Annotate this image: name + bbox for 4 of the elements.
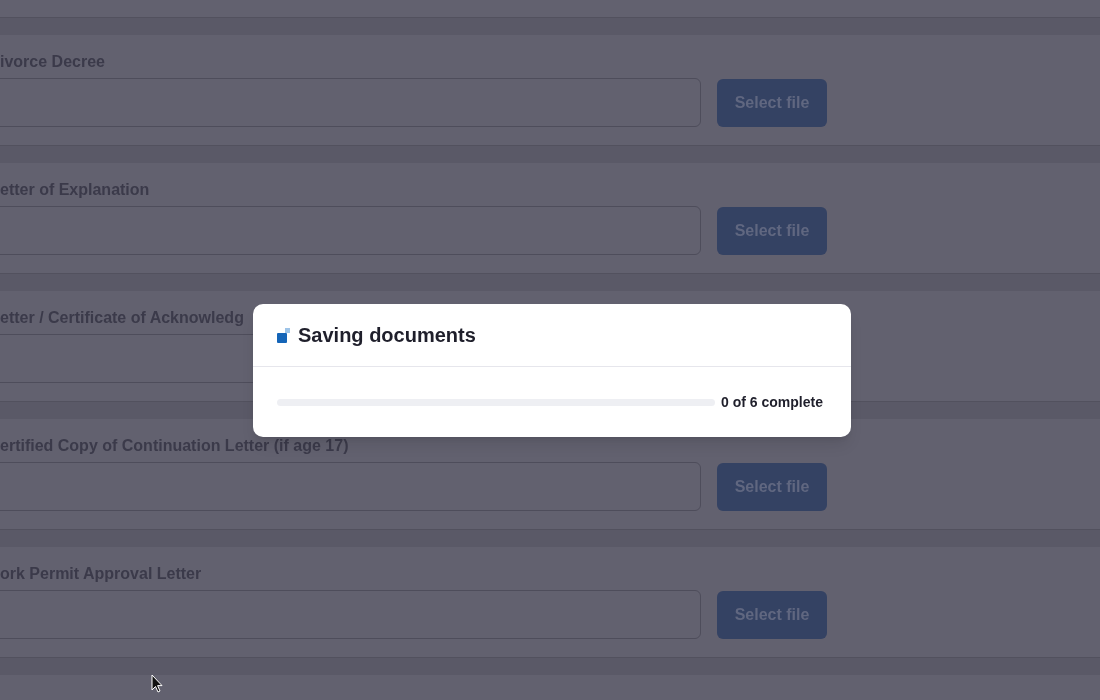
dialog-title: Saving documents [298,323,476,348]
cursor-icon [151,674,163,693]
app-logo-icon [277,327,291,343]
progress-status: 0 of 6 complete [721,393,823,412]
